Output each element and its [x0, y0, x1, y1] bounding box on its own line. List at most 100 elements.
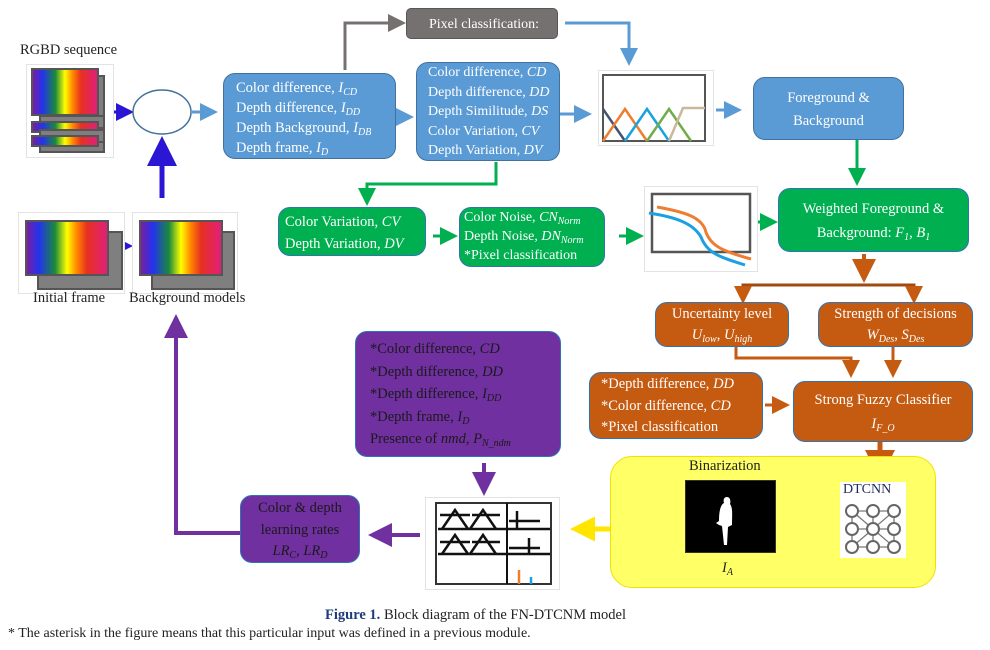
initial-frame-label: Initial frame — [33, 290, 106, 306]
learning-rates-box: Color & depth learning rates LRC, LRD — [240, 495, 360, 563]
box-text: Color Noise, — [464, 210, 540, 225]
box-text: Depth difference, — [428, 84, 530, 100]
box-text: WDes, SDes — [819, 325, 972, 346]
classifier-inputs-box: *Depth difference, DD *Color difference,… — [589, 372, 763, 439]
box-text: Depth difference, — [236, 100, 341, 116]
box-text: *Color difference, — [370, 341, 480, 357]
box-text: Color difference, CD — [428, 63, 559, 83]
box-text: learning rates — [260, 521, 340, 538]
uncertainty-level-box: Uncertainty level Ulow, Uhigh — [655, 302, 789, 347]
binarization-title: Binarization — [689, 458, 761, 474]
pixel-classification-label: Pixel classification: — [429, 17, 540, 32]
box-text: , — [716, 327, 724, 343]
symbol-text: DN — [541, 229, 561, 244]
subscript-text: high — [734, 334, 753, 345]
symbol-text: W — [866, 327, 879, 343]
box-text: *Pixel classification — [464, 248, 578, 263]
box-text: Depth difference, IDD — [236, 98, 395, 118]
derived-features-box: Color difference, CD Depth difference, D… — [416, 62, 560, 161]
subscript-text: DD — [345, 107, 361, 118]
subscript-text: Des — [908, 334, 925, 345]
footnote: * The asterisk in the figure means that … — [8, 626, 531, 641]
symbol-text: DV — [523, 143, 543, 158]
symbol-text: F — [895, 225, 905, 241]
dtcnn-network: DTCNN — [840, 482, 906, 558]
subscript-text: A — [726, 567, 733, 578]
learning-rate-update-chart — [425, 497, 560, 590]
arrow-uncertainty-to-classifier — [734, 346, 860, 378]
box-text: *Depth frame, ID — [370, 406, 560, 429]
background-models-label: Background models — [129, 290, 246, 306]
box-text: *Depth difference, DD — [601, 374, 762, 396]
box-text: Depth Noise, DNNorm — [464, 227, 604, 246]
symbol-text: U — [691, 327, 703, 343]
variation-box: Color Variation, CV Depth Variation, DV — [278, 207, 426, 256]
box-text: *Color difference, CD — [370, 338, 560, 361]
fgbg-line2: Background — [793, 113, 864, 129]
symbol-text: CD — [526, 65, 547, 80]
strong-fuzzy-classifier-box: Strong Fuzzy Classifier IF_O — [793, 381, 973, 442]
symbol-text: CD — [479, 341, 500, 357]
subscript-text: DB — [358, 127, 372, 138]
box-text: Background: — [816, 225, 896, 241]
strength-of-decisions-box: Strength of decisions WDes, SDes — [818, 302, 973, 347]
subscript-text: 1 — [925, 232, 931, 243]
box-text: LRC, LRD — [241, 541, 359, 563]
box-text: Color difference, — [236, 80, 339, 96]
box-text: Strong Fuzzy Classifier — [814, 392, 952, 408]
figure-title: Block diagram of the FN-DTCNM model — [380, 607, 626, 623]
box-text: Color Variation, CV — [428, 122, 559, 142]
sigmoid-weighting-chart — [644, 186, 758, 272]
box-text: Background: F1, B1 — [779, 221, 968, 245]
box-text: *Depth difference, — [370, 386, 483, 402]
subscript-text: D — [462, 415, 470, 427]
box-text: Depth Background, — [236, 120, 354, 136]
symbol-text: B — [916, 225, 926, 241]
arrow-rates-to-bgmodels — [164, 314, 240, 535]
rgbd-sequence-image — [26, 64, 114, 158]
symbol-text: P — [473, 431, 482, 447]
box-text: Weighted Foreground & — [802, 201, 945, 217]
box-text: Depth Noise, — [464, 229, 542, 244]
symbol-text: DD — [713, 376, 735, 392]
pixel-classification-box: Pixel classification: — [406, 8, 558, 39]
box-text: Color Variation, — [428, 123, 522, 139]
subscript-text: low — [702, 334, 717, 345]
box-text: Color Variation, CV — [285, 211, 425, 233]
initial-frame-image — [18, 212, 125, 294]
box-text: Presence of nmd, PN_ndm — [370, 428, 560, 451]
box-text: Depth Similitude, — [428, 104, 532, 119]
split-bar — [741, 283, 916, 300]
box-text: Color Noise, CNNorm — [464, 208, 604, 227]
box-text: IF_O — [794, 412, 972, 436]
weighted-fgbg-box: Weighted Foreground & Background: F1, B1 — [778, 188, 969, 252]
box-text: *Depth difference, IDD — [370, 383, 560, 406]
box-text: Depth frame, ID — [236, 138, 395, 158]
symbol-text: LR — [303, 543, 321, 559]
merge-node — [132, 89, 192, 135]
foreground-background-box: Foreground & Background — [753, 77, 904, 140]
background-models-image — [132, 212, 238, 294]
subscript-text: F_O — [876, 423, 895, 434]
symbol-text: U — [723, 327, 735, 343]
subscript-text: Norm — [560, 235, 584, 246]
box-text: , — [894, 327, 902, 343]
binary-output-symbol: IA — [722, 560, 733, 578]
symbol-text: CV — [521, 123, 540, 139]
box-text: *Depth difference, DD — [370, 361, 560, 384]
box-text: Strength of decisions — [834, 306, 957, 322]
box-text: Color Variation, — [285, 214, 382, 230]
symbol-text: DV — [384, 236, 404, 252]
box-text: Depth Variation, — [285, 236, 385, 252]
symbol-text: DS — [531, 104, 549, 119]
box-text: Depth Variation, DV — [428, 141, 559, 161]
box-text: Color difference, ICD — [236, 78, 395, 98]
input-features-box: Color difference, ICD Depth difference, … — [223, 73, 396, 159]
box-text: *Color difference, — [601, 397, 711, 414]
subscript-text: D — [320, 550, 328, 561]
subscript-text: D — [320, 147, 329, 158]
figure-caption: Figure 1. Block diagram of the FN-DTCNM … — [325, 607, 626, 624]
box-text: Depth frame, — [236, 140, 317, 156]
subscript-text: Des — [878, 334, 895, 345]
subscript-text: DD — [486, 393, 502, 404]
